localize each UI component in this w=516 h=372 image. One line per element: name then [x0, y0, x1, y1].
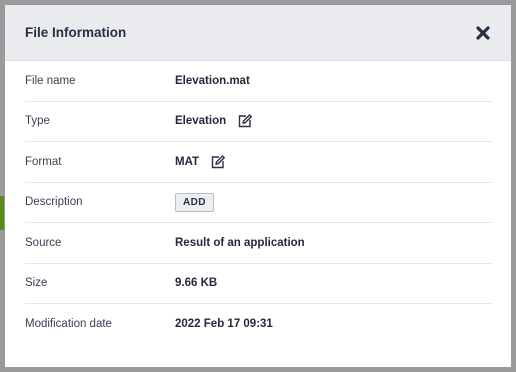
description-row: Description ADD	[25, 183, 493, 223]
file-information-dialog: File Information File name Elevation.mat…	[5, 5, 511, 367]
modification-date-text: 2022 Feb 17 09:31	[175, 317, 273, 330]
size-label: Size	[25, 277, 48, 290]
file-name-row: File name Elevation.mat	[25, 61, 493, 102]
file-name-text: Elevation.mat	[175, 74, 250, 87]
close-button[interactable]	[473, 23, 493, 43]
size-text: 9.66 KB	[175, 277, 218, 290]
dialog-title: File Information	[25, 25, 127, 40]
description-value: ADD	[175, 192, 214, 212]
edit-icon	[238, 114, 253, 128]
modification-date-label: Modification date	[25, 317, 112, 330]
size-value: 9.66 KB	[175, 277, 217, 289]
source-label: Source	[25, 236, 62, 249]
edit-icon	[211, 155, 225, 168]
dialog-header: File Information	[5, 5, 511, 61]
format-label: Format	[25, 155, 62, 168]
edit-type-button[interactable]	[237, 113, 253, 129]
source-value: Result of an application	[175, 237, 305, 249]
modification-date-row: Modification date 2022 Feb 17 09:31	[25, 304, 493, 344]
edit-format-button[interactable]	[210, 154, 226, 170]
modification-date-value: 2022 Feb 17 09:31	[175, 318, 273, 330]
add-description-button[interactable]: ADD	[175, 192, 214, 212]
size-row: Size 9.66 KB	[25, 264, 493, 304]
file-name-value: Elevation.mat	[175, 75, 250, 87]
source-row: Source Result of an application	[25, 223, 493, 264]
type-label: Type	[25, 115, 50, 128]
source-text: Result of an application	[175, 236, 305, 249]
description-label: Description	[25, 196, 83, 209]
file-info-list: File name Elevation.mat Type Elevation F…	[5, 61, 511, 344]
format-row: Format MAT	[25, 142, 493, 183]
format-value: MAT	[175, 154, 226, 170]
type-value: Elevation	[175, 113, 253, 129]
file-name-label: File name	[25, 74, 76, 87]
type-text: Elevation	[175, 115, 227, 128]
format-text: MAT	[175, 155, 200, 168]
type-row: Type Elevation	[25, 102, 493, 142]
background-accent-strip	[0, 196, 4, 230]
close-icon	[476, 25, 490, 40]
